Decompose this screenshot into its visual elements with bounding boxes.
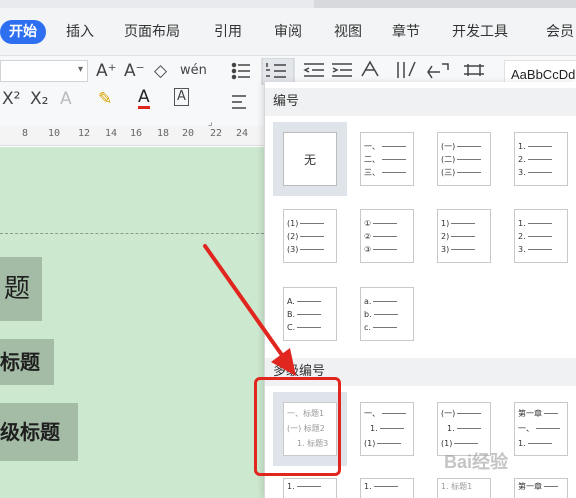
watermark: Bai经验 — [444, 452, 509, 472]
annotation-highlight-box — [254, 377, 341, 476]
